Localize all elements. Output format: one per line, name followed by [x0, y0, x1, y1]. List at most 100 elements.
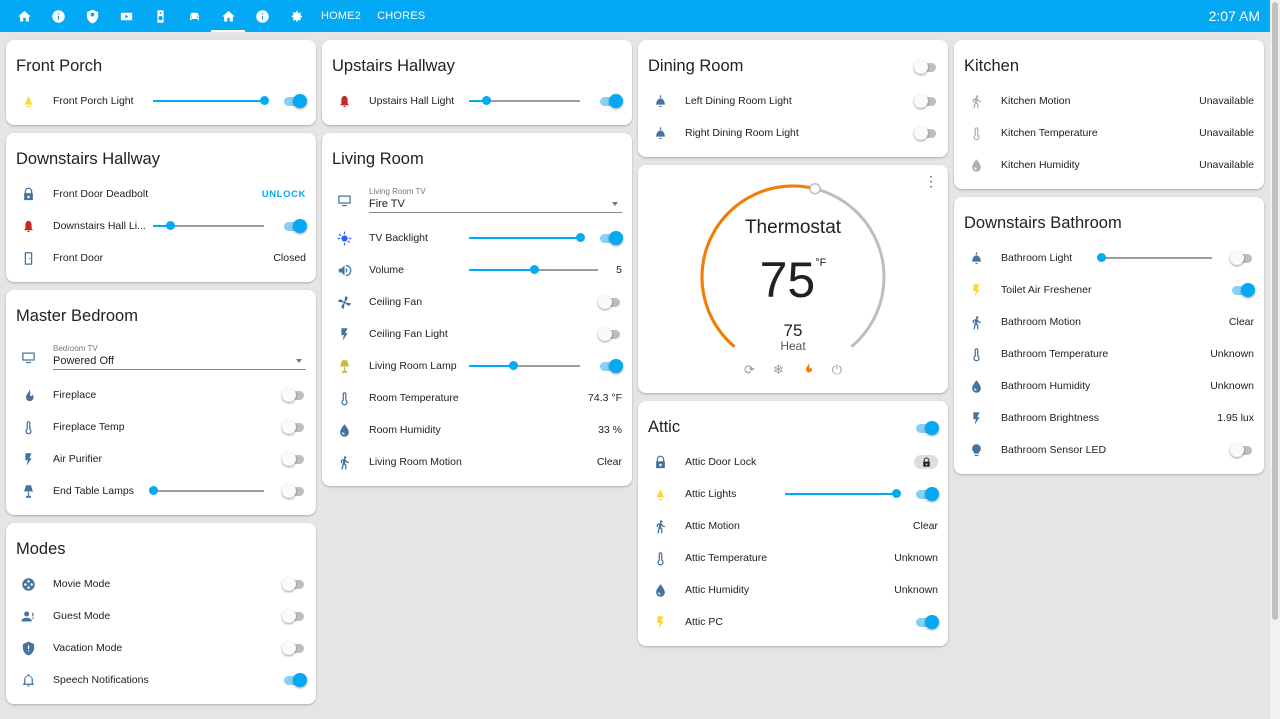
brightness-slider[interactable]	[469, 96, 580, 105]
entity-row-toilet-air-freshener[interactable]: Toilet Air Freshener	[954, 274, 1264, 306]
entity-toggle[interactable]	[598, 231, 623, 245]
entity-toggle[interactable]	[282, 219, 307, 233]
card-header-toggle[interactable]	[914, 420, 939, 435]
entity-row-ceiling-fan-light[interactable]: Ceiling Fan Light	[322, 318, 632, 350]
source-select[interactable]: Bedroom TV Powered Off	[53, 344, 306, 370]
entity-toggle[interactable]	[282, 388, 306, 402]
brightness-slider[interactable]	[153, 221, 264, 230]
scrollbar-thumb[interactable]	[1272, 2, 1278, 620]
tab-info[interactable]	[41, 0, 75, 32]
brightness-slider[interactable]	[153, 96, 269, 105]
card-title: Downstairs Hallway	[16, 150, 160, 168]
tab-car[interactable]	[177, 0, 211, 32]
entity-name: Front Door Deadbolt	[53, 188, 149, 200]
entity-row-living-room-lamp[interactable]: Living Room Lamp	[322, 350, 632, 382]
tab-security[interactable]	[75, 0, 109, 32]
entity-row-attic-lights[interactable]: Attic Lights	[638, 478, 948, 510]
entity-row-living-room-motion[interactable]: Living Room Motion Clear	[322, 446, 632, 478]
media-source-row[interactable]: Bedroom TV Powered Off	[6, 335, 316, 379]
entity-row-kitchen-temperature[interactable]: Kitchen Temperature Unavailable	[954, 117, 1264, 149]
brightness-slider[interactable]	[469, 361, 580, 370]
entity-row-downstairs-hall-li[interactable]: Downstairs Hall Li...	[6, 210, 316, 242]
entity-toggle[interactable]	[282, 452, 306, 466]
entity-row-end-table-lamps[interactable]: End Table Lamps	[6, 475, 316, 507]
unlock-button[interactable]: UNLOCK	[262, 189, 306, 200]
lock-toggle-icon[interactable]	[914, 455, 938, 469]
setpoint-handle[interactable]	[809, 182, 821, 195]
entity-row-bathroom-temperature[interactable]: Bathroom Temperature Unknown	[954, 338, 1264, 370]
tab-home[interactable]	[7, 0, 41, 32]
entity-row-volume[interactable]: Volume 5	[322, 254, 632, 286]
entity-row-movie-mode[interactable]: Movie Mode	[6, 568, 316, 600]
off-mode-icon[interactable]: ⏻	[832, 362, 842, 378]
entity-row-front-porch-light[interactable]: Front Porch Light	[6, 85, 316, 117]
entity-toggle[interactable]	[914, 487, 939, 501]
entity-toggle[interactable]	[1230, 251, 1254, 265]
brightness-slider[interactable]	[1097, 253, 1212, 262]
entity-row-ceiling-fan[interactable]: Ceiling Fan	[322, 286, 632, 318]
tab-home2[interactable]: HOME2	[313, 0, 369, 32]
entity-row-bathroom-light[interactable]: Bathroom Light	[954, 242, 1264, 274]
tab-chores[interactable]: CHORES	[369, 0, 433, 32]
entity-row-bathroom-brightness[interactable]: Bathroom Brightness 1.95 lux	[954, 402, 1264, 434]
entity-row-fireplace[interactable]: Fireplace	[6, 379, 316, 411]
entity-row-attic-motion[interactable]: Attic Motion Clear	[638, 510, 948, 542]
entity-row-attic-door-lock[interactable]: Attic Door Lock	[638, 446, 948, 478]
tab-info[interactable]	[245, 0, 279, 32]
entity-row-bathroom-motion[interactable]: Bathroom Motion Clear	[954, 306, 1264, 338]
entity-row-guest-mode[interactable]: Guest Mode	[6, 600, 316, 632]
entity-row-attic-humidity[interactable]: Attic Humidity Unknown	[638, 574, 948, 606]
entity-toggle[interactable]	[282, 420, 306, 434]
page-scrollbar[interactable]	[1270, 0, 1280, 719]
entity-toggle[interactable]	[282, 577, 306, 591]
entity-toggle[interactable]	[914, 615, 939, 629]
entity-toggle[interactable]	[598, 94, 623, 108]
entity-row-attic-temperature[interactable]: Attic Temperature Unknown	[638, 542, 948, 574]
brightness-slider[interactable]	[785, 489, 901, 498]
entity-row-upstairs-hall-light[interactable]: Upstairs Hall Light	[322, 85, 632, 117]
entity-toggle[interactable]	[598, 359, 623, 373]
cool-mode-icon[interactable]: ❄	[773, 362, 784, 378]
entity-row-bathroom-sensor-led[interactable]: Bathroom Sensor LED	[954, 434, 1264, 466]
tab-youtube[interactable]	[109, 0, 143, 32]
entity-toggle[interactable]	[282, 641, 306, 655]
entity-row-attic-pc[interactable]: Attic PC	[638, 606, 948, 638]
entity-toggle[interactable]	[914, 126, 938, 140]
entity-row-kitchen-humidity[interactable]: Kitchen Humidity Unavailable	[954, 149, 1264, 181]
entity-row-front-door-deadbolt[interactable]: Front Door Deadbolt UNLOCK	[6, 178, 316, 210]
entity-toggle[interactable]	[282, 484, 306, 498]
tab-settings[interactable]	[279, 0, 313, 32]
card-header-toggle[interactable]	[914, 59, 938, 74]
heat-mode-icon[interactable]	[802, 362, 814, 378]
entity-toggle[interactable]	[1230, 443, 1254, 457]
entity-row-kitchen-motion[interactable]: Kitchen Motion Unavailable	[954, 85, 1264, 117]
brightness-slider[interactable]	[469, 233, 585, 242]
source-select[interactable]: Living Room TV Fire TV	[369, 187, 622, 213]
entity-row-room-temperature[interactable]: Room Temperature 74.3 °F	[322, 382, 632, 414]
entity-row-right-dining-room-light[interactable]: Right Dining Room Light	[638, 117, 948, 149]
tab-home-active[interactable]	[211, 0, 245, 32]
auto-mode-icon[interactable]: ⟳	[744, 362, 755, 378]
entity-row-tv-backlight[interactable]: TV Backlight	[322, 222, 632, 254]
entity-toggle[interactable]	[598, 295, 622, 309]
entity-toggle[interactable]	[1230, 283, 1255, 297]
media-source-row[interactable]: Living Room TV Fire TV	[322, 178, 632, 222]
more-options-icon[interactable]: ⋮	[924, 173, 938, 190]
entity-row-bathroom-humidity[interactable]: Bathroom Humidity Unknown	[954, 370, 1264, 402]
tab-speaker[interactable]	[143, 0, 177, 32]
entity-toggle[interactable]	[598, 327, 622, 341]
entity-toggle[interactable]	[282, 94, 307, 108]
entity-row-front-door[interactable]: Front Door Closed	[6, 242, 316, 274]
speaker-icon	[153, 9, 168, 24]
entity-row-vacation-mode[interactable]: Vacation Mode	[6, 632, 316, 664]
entity-row-left-dining-room-light[interactable]: Left Dining Room Light	[638, 85, 948, 117]
brightness-slider[interactable]	[469, 265, 599, 274]
entity-toggle[interactable]	[914, 94, 938, 108]
entity-row-speech-notifications[interactable]: Speech Notifications	[6, 664, 316, 696]
entity-row-room-humidity[interactable]: Room Humidity 33 %	[322, 414, 632, 446]
brightness-slider[interactable]	[149, 486, 264, 495]
entity-row-air-purifier[interactable]: Air Purifier	[6, 443, 316, 475]
entity-row-fireplace-temp[interactable]: Fireplace Temp	[6, 411, 316, 443]
entity-toggle[interactable]	[282, 609, 306, 623]
entity-toggle[interactable]	[282, 673, 307, 687]
